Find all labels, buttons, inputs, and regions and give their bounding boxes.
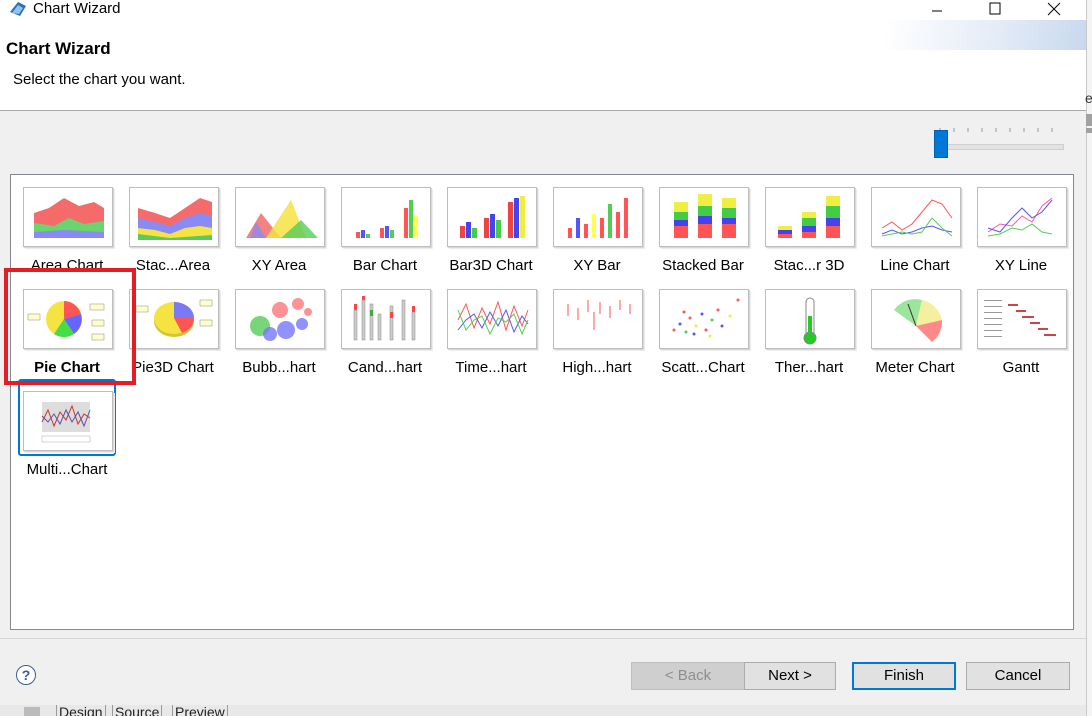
tab-preview[interactable]: Preview	[172, 705, 228, 716]
chart-item-label: Line Chart	[880, 257, 950, 274]
wizard-header: Chart Wizard Select the chart you want.	[0, 20, 1086, 111]
chart-item-xy-area[interactable]: XY Area	[224, 175, 325, 274]
chart-item-stacked-bar3d[interactable]: Stac...r 3D	[754, 175, 855, 274]
chart-item-xy-bar[interactable]: XY Bar	[542, 175, 643, 274]
chart-item-label: XY Bar	[573, 257, 621, 274]
chart-item-label: Scatt...Chart	[661, 359, 745, 376]
thermometer-chart-icon	[765, 289, 855, 349]
scatter-chart-icon	[659, 289, 749, 349]
chart-item-label: Bar Chart	[352, 257, 418, 274]
page-title: Chart Wizard	[6, 39, 111, 58]
xy-bar-chart-icon	[553, 187, 643, 247]
area-chart-icon	[23, 187, 113, 247]
line-chart-icon	[871, 187, 961, 247]
page-subtitle: Select the chart you want.	[13, 71, 186, 88]
stacked-bar3d-chart-icon	[765, 187, 855, 247]
time-series-chart-icon	[447, 289, 537, 349]
high-low-chart-icon	[553, 289, 643, 349]
chart-item-bar3d[interactable]: Bar3D Chart	[436, 175, 537, 274]
editor-tab-marker	[24, 707, 40, 716]
xy-line-chart-icon	[977, 187, 1067, 247]
chart-type-gallery[interactable]: Area Chart Stac...Area XY Area Bar Chart…	[10, 174, 1074, 630]
chart-item-label: Time...hart	[455, 359, 527, 376]
window-title: Chart Wizard	[33, 0, 121, 17]
chart-item-high-low[interactable]: High...hart	[542, 277, 643, 376]
chart-item-stacked-bar[interactable]: Stacked Bar	[648, 175, 749, 274]
zoom-slider[interactable]	[934, 128, 1066, 160]
slider-track[interactable]	[934, 144, 1064, 150]
chart-item-area[interactable]: Area Chart	[12, 175, 113, 274]
close-button[interactable]	[1031, 0, 1077, 18]
stacked-bar-chart-icon	[659, 187, 749, 247]
editor-bottom-tabs: Design Source Preview	[0, 705, 1086, 716]
chart-item-label: Stacked Bar	[662, 257, 744, 274]
annotation-highlight-pie	[4, 268, 136, 385]
chart-item-time-series[interactable]: Time...hart	[436, 277, 537, 376]
chart-item-label: Gantt	[1002, 359, 1040, 376]
tab-design[interactable]: Design	[56, 705, 106, 716]
stacked-area-chart-icon	[129, 187, 219, 247]
slider-thumb[interactable]	[934, 130, 948, 158]
background-window-edge	[1086, 0, 1092, 716]
chart-item-label: Cand...hart	[347, 359, 423, 376]
gantt-chart-icon	[977, 289, 1067, 349]
eclipse-logo-icon	[8, 0, 28, 18]
background-window-mark	[1086, 128, 1092, 133]
next-button-label: Next >	[768, 667, 812, 684]
chart-item-label: Stac...r 3D	[773, 257, 845, 274]
xy-area-chart-icon	[235, 187, 325, 247]
pie3d-chart-icon	[129, 289, 219, 349]
chart-item-scatter[interactable]: Scatt...Chart	[648, 277, 749, 376]
maximize-button[interactable]	[972, 0, 1018, 18]
chart-item-label: High...hart	[562, 359, 632, 376]
chart-item-label: XY Area	[251, 257, 307, 274]
tab-source[interactable]: Source	[112, 705, 163, 716]
finish-button-label: Finish	[883, 667, 924, 684]
background-window-mark	[1086, 114, 1092, 126]
chart-item-label: Multi...Chart	[26, 461, 108, 478]
back-button[interactable]: < Back	[631, 662, 745, 690]
chart-item-label: Ther...hart	[774, 359, 844, 376]
finish-button[interactable]: Finish	[852, 662, 956, 690]
chart-item-multi[interactable]: Multi...Chart	[12, 379, 113, 478]
chart-item-label: Bar3D Chart	[449, 257, 533, 274]
chart-item-xy-line[interactable]: XY Line	[966, 175, 1067, 274]
next-button[interactable]: Next >	[744, 662, 836, 690]
chart-item-gantt[interactable]: Gantt	[966, 277, 1067, 376]
minimize-button[interactable]	[914, 0, 960, 18]
chart-item-thermometer[interactable]: Ther...hart	[754, 277, 855, 376]
chart-item-stacked-area[interactable]: Stac...Area	[118, 175, 219, 274]
title-bar: Chart Wizard	[0, 0, 1092, 20]
help-button[interactable]: ?	[16, 665, 36, 685]
back-button-label: < Back	[664, 667, 712, 684]
cancel-button-label: Cancel	[994, 667, 1042, 684]
meter-chart-icon	[871, 289, 961, 349]
background-window-text: e	[1085, 90, 1092, 106]
cancel-button[interactable]: Cancel	[966, 662, 1070, 690]
bubble-chart-icon	[235, 289, 325, 349]
chart-item-bubble[interactable]: Bubb...hart	[224, 277, 325, 376]
bar3d-chart-icon	[447, 187, 537, 247]
multi-chart-icon	[23, 391, 113, 451]
chart-item-candlestick[interactable]: Cand...hart	[330, 277, 431, 376]
chart-item-label: Bubb...hart	[242, 359, 316, 376]
candlestick-chart-icon	[341, 289, 431, 349]
chart-item-label: Meter Chart	[875, 359, 955, 376]
chart-item-line[interactable]: Line Chart	[860, 175, 961, 274]
chart-item-label: XY Line	[994, 257, 1048, 274]
chart-item-meter[interactable]: Meter Chart	[860, 277, 961, 376]
chart-item-bar[interactable]: Bar Chart	[330, 175, 431, 274]
bar-chart-icon	[341, 187, 431, 247]
header-gradient	[886, 20, 1086, 50]
